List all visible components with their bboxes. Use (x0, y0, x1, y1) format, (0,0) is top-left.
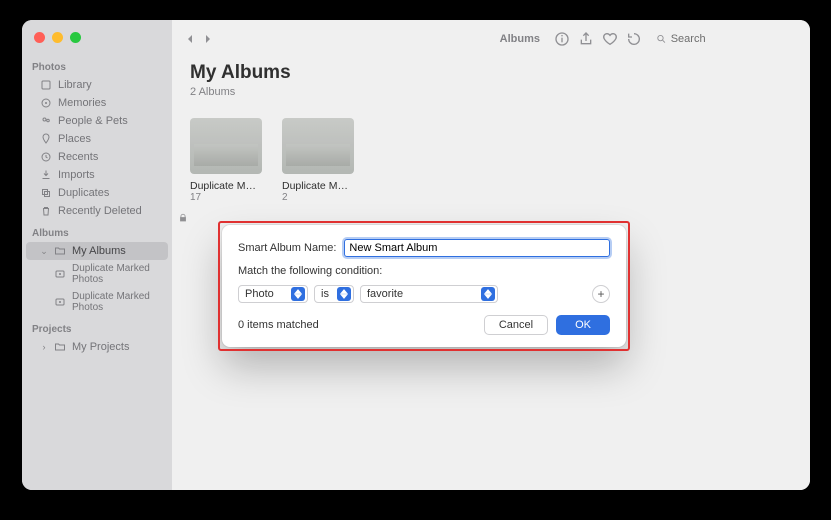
memories-icon (40, 97, 52, 109)
trash-icon (40, 205, 52, 217)
chevron-left-icon (182, 31, 198, 47)
sidebar-section-header: Projects (22, 316, 172, 338)
stepper-arrows-icon (291, 287, 305, 301)
search-field[interactable] (650, 31, 800, 47)
imports-icon (40, 169, 52, 181)
share-icon[interactable] (578, 31, 594, 47)
window-controls (34, 32, 81, 43)
condition-value-select[interactable]: favorite (360, 285, 498, 303)
close-window-button[interactable] (34, 32, 45, 43)
duplicates-icon (40, 187, 52, 199)
condition-value-value: favorite (367, 288, 403, 300)
sidebar-item-places[interactable]: Places (26, 130, 168, 148)
sidebar-section-header: Albums (22, 220, 172, 242)
sidebar-section-header: Photos (22, 54, 172, 76)
library-icon (40, 79, 52, 91)
toolbar-view-albums[interactable]: Albums (494, 33, 546, 45)
rotate-icon[interactable] (626, 31, 642, 47)
sidebar-item-recents[interactable]: Recents (26, 148, 168, 166)
sidebar-item-duplicates[interactable]: Duplicates (26, 184, 168, 202)
clock-icon (40, 151, 52, 163)
sidebar-item-library[interactable]: Library (26, 76, 168, 94)
match-label: Match the following condition: (238, 265, 610, 277)
add-condition-button[interactable]: + (592, 285, 610, 303)
sidebar-item-imports[interactable]: Imports (26, 166, 168, 184)
album-count: 17 (190, 192, 262, 203)
search-icon (656, 33, 667, 45)
page-title: My Albums (190, 62, 792, 84)
folder-icon (54, 341, 66, 353)
people-icon (40, 115, 52, 127)
name-label: Smart Album Name: (238, 242, 336, 254)
album-name: Duplicate M… (282, 180, 354, 192)
album-name: Duplicate M… (190, 180, 262, 192)
smart-icon (54, 268, 66, 280)
ok-button[interactable]: OK (556, 315, 610, 335)
heart-icon[interactable] (602, 31, 618, 47)
app-window: Photos Library Memories People & Pets Places… (22, 20, 810, 490)
matched-count: 0 items matched (238, 319, 319, 331)
sidebar-item-duplicate-marked-photos[interactable]: Duplicate Marked Photos (26, 260, 168, 288)
page-subtitle: 2 Albums (190, 86, 792, 98)
sidebar-item-duplicate-marked-photos[interactable]: Duplicate Marked Photos (26, 288, 168, 316)
cancel-button[interactable]: Cancel (484, 315, 548, 335)
content-area: My Albums 2 Albums Duplicate M…17Duplica… (172, 58, 810, 207)
sidebar-item-people-pets[interactable]: People & Pets (26, 112, 168, 130)
sidebar-item-label: Recents (58, 151, 98, 163)
info-icon[interactable] (554, 31, 570, 47)
sidebar-item-label: Duplicate Marked Photos (72, 263, 158, 285)
lock-icon (178, 213, 188, 223)
chevron-down-icon: ⌄ (40, 246, 48, 257)
smart-album-sheet: Smart Album Name: Match the following co… (222, 225, 626, 347)
stepper-arrows-icon (481, 287, 495, 301)
album-item[interactable]: Duplicate M…17 (190, 118, 262, 203)
sidebar-item-label: Duplicate Marked Photos (72, 291, 158, 313)
album-count: 2 (282, 192, 354, 203)
condition-row: Photo is favorite + (238, 285, 610, 303)
album-thumbnail (282, 118, 354, 174)
chevron-right-icon: › (40, 342, 48, 352)
sidebar-item-label: My Projects (72, 341, 129, 353)
condition-field-select[interactable]: Photo (238, 285, 308, 303)
minimize-window-button[interactable] (52, 32, 63, 43)
smart-icon (54, 296, 66, 308)
albums-grid: Duplicate M…17Duplicate M…2 (190, 118, 792, 203)
sidebar-item-label: Memories (58, 97, 106, 109)
condition-op-select[interactable]: is (314, 285, 354, 303)
places-icon (40, 133, 52, 145)
album-thumbnail (190, 118, 262, 174)
sidebar-item-memories[interactable]: Memories (26, 94, 168, 112)
sidebar-item-my-projects[interactable]: › My Projects (26, 338, 168, 356)
sidebar-item-label: Library (58, 79, 92, 91)
zoom-window-button[interactable] (70, 32, 81, 43)
sidebar-item-label: Recently Deleted (58, 205, 142, 217)
condition-field-value: Photo (245, 288, 274, 300)
condition-op-value: is (321, 288, 329, 300)
sidebar-item-label: People & Pets (58, 115, 128, 127)
sidebar-item-label: Places (58, 133, 91, 145)
smart-album-name-input[interactable] (344, 239, 610, 257)
chevron-right-icon (200, 31, 216, 47)
search-input[interactable] (671, 33, 794, 45)
sidebar-item-label: My Albums (72, 245, 126, 257)
sidebar-item-my-albums[interactable]: ⌄ My Albums (26, 242, 168, 260)
sidebar-item-label: Duplicates (58, 187, 109, 199)
folder-icon (54, 245, 66, 257)
sidebar-item-label: Imports (58, 169, 95, 181)
nav-back-forward[interactable] (182, 31, 216, 47)
sidebar: Photos Library Memories People & Pets Places… (22, 20, 172, 490)
toolbar: Albums (172, 20, 810, 58)
stepper-arrows-icon (337, 287, 351, 301)
sidebar-item-recently-deleted[interactable]: Recently Deleted (26, 202, 168, 220)
album-item[interactable]: Duplicate M…2 (282, 118, 354, 203)
